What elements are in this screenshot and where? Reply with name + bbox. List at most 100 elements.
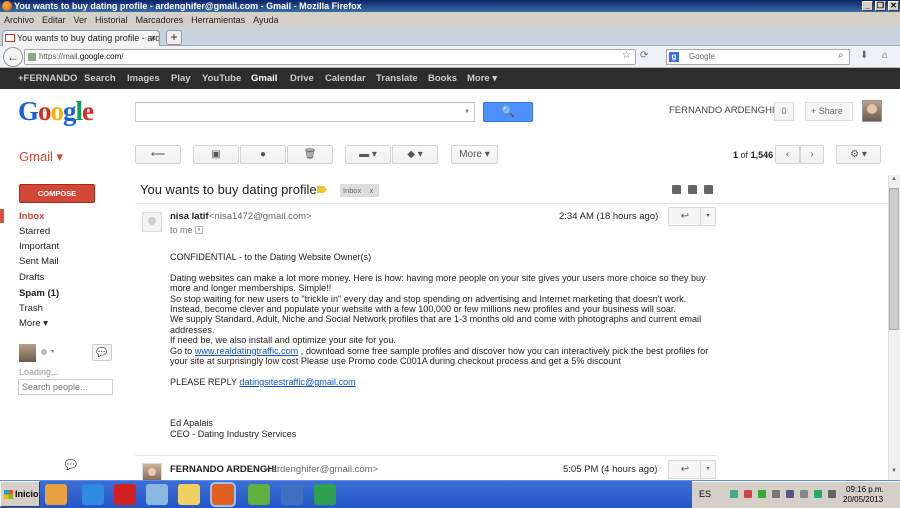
- sidebar-item-drafts[interactable]: Drafts: [19, 272, 44, 283]
- tray-device-icon[interactable]: [772, 490, 780, 498]
- new-chat-button[interactable]: 💬: [92, 344, 112, 361]
- settings-button[interactable]: ⚙ ▾: [836, 145, 881, 164]
- menu-ver[interactable]: Ver: [70, 12, 92, 28]
- tab-close-button[interactable]: ×: [151, 31, 156, 45]
- notifications-count[interactable]: 0: [774, 102, 794, 121]
- start-button[interactable]: Inicio: [0, 481, 40, 507]
- scroll-down-icon[interactable]: ▼: [889, 468, 899, 478]
- tray-volume-icon[interactable]: [828, 490, 836, 498]
- gmail-app-menu[interactable]: Gmail ▾: [19, 149, 63, 165]
- share-button[interactable]: + Share: [805, 102, 853, 121]
- sender-name[interactable]: FERNANDO ARDENGHI: [170, 464, 277, 475]
- reply-button[interactable]: ↩ ▾: [668, 460, 716, 479]
- browser-tab[interactable]: You wants to buy dating profile - ardeng…: [2, 30, 160, 46]
- clock-date[interactable]: 20/05/2013: [843, 495, 883, 504]
- gbar-calendar[interactable]: Calendar: [325, 68, 366, 89]
- newer-button[interactable]: ‹: [775, 145, 800, 164]
- chat-status-icon[interactable]: [41, 349, 47, 355]
- report-spam-button[interactable]: ●: [240, 145, 286, 164]
- reply-icon[interactable]: ↩: [669, 208, 701, 225]
- remove-label-button[interactable]: x: [369, 186, 373, 195]
- opera-icon[interactable]: [114, 484, 136, 505]
- site-identity-icon[interactable]: [28, 53, 36, 61]
- labels-button[interactable]: ◆ ▾: [392, 145, 438, 164]
- browser-search-box[interactable]: g Google: [666, 49, 850, 65]
- older-button[interactable]: ›: [800, 145, 824, 164]
- tray-shield-icon[interactable]: [814, 490, 822, 498]
- gbar-translate[interactable]: Translate: [376, 68, 418, 89]
- website-link[interactable]: www.realdatingtraffic.com: [195, 346, 298, 356]
- url-bar[interactable]: https://mail.google.com/: [24, 49, 636, 65]
- language-indicator[interactable]: ES: [699, 489, 711, 499]
- compose-button[interactable]: COMPOSE: [19, 184, 95, 203]
- reply-more-button[interactable]: ▾: [700, 461, 715, 478]
- reply-email-link[interactable]: datingsitestraffic@gmail.com: [239, 377, 355, 387]
- sidebar-item-more[interactable]: More ▾: [19, 318, 48, 329]
- star-icon[interactable]: ☆: [653, 209, 663, 222]
- apps-icon[interactable]: [248, 484, 270, 505]
- sidebar-item-trash[interactable]: Trash: [19, 303, 43, 314]
- downloads-icon[interactable]: ⬇: [860, 50, 868, 61]
- close-window-button[interactable]: ✕: [888, 1, 899, 11]
- home-icon[interactable]: ⌂: [882, 50, 888, 61]
- mail-search-button[interactable]: 🔍: [483, 102, 533, 122]
- restore-button[interactable]: ❐: [875, 1, 886, 11]
- media-player-icon[interactable]: [45, 484, 67, 505]
- delete-button[interactable]: 🗑: [287, 145, 333, 164]
- search-people-input[interactable]: [18, 379, 113, 395]
- search-options-caret-icon[interactable]: ▼: [464, 109, 470, 115]
- notepad-icon[interactable]: [146, 484, 168, 505]
- sidebar-item-spam[interactable]: Spam (1): [19, 288, 59, 299]
- reply-button[interactable]: ↩ ▾: [668, 207, 716, 226]
- menu-historial[interactable]: Historial: [91, 12, 132, 28]
- move-to-button[interactable]: ▬ ▾: [345, 145, 391, 164]
- sender-name[interactable]: nisa latif: [170, 211, 209, 222]
- internet-explorer-icon[interactable]: [82, 484, 104, 505]
- tray-security-icon[interactable]: [744, 490, 752, 498]
- sidebar-item-starred[interactable]: Starred: [19, 226, 50, 237]
- menu-ayuda[interactable]: Ayuda: [249, 12, 282, 28]
- browser-back-button[interactable]: ←: [3, 47, 23, 67]
- gbar-play[interactable]: Play: [171, 68, 191, 89]
- more-actions-button[interactable]: More ▾: [451, 145, 498, 164]
- chat-avatar[interactable]: [19, 344, 36, 362]
- menu-archivo[interactable]: Archivo: [0, 12, 38, 28]
- mail-search-input[interactable]: ▼: [135, 102, 475, 122]
- scroll-up-icon[interactable]: ▲: [889, 176, 899, 186]
- print-all-icon[interactable]: [672, 185, 681, 194]
- gbar-drive[interactable]: Drive: [290, 68, 314, 89]
- search-engine-icon[interactable]: g: [669, 52, 679, 62]
- tray-update-icon[interactable]: [758, 490, 766, 498]
- tray-flag-icon[interactable]: [800, 490, 808, 498]
- tray-monitor-icon[interactable]: [786, 490, 794, 498]
- files-icon[interactable]: [281, 484, 303, 505]
- gbar-images[interactable]: Images: [127, 68, 160, 89]
- firefox-icon[interactable]: [212, 484, 234, 505]
- new-window-icon[interactable]: [704, 185, 713, 194]
- google-logo[interactable]: Google: [18, 96, 94, 127]
- print-icon[interactable]: [688, 185, 697, 194]
- reply-more-button[interactable]: ▾: [700, 208, 715, 225]
- reload-icon[interactable]: ⟳: [640, 50, 648, 61]
- gbar-search[interactable]: Search: [84, 68, 116, 89]
- sidebar-item-inbox[interactable]: Inbox: [19, 211, 44, 222]
- sidebar-item-important[interactable]: Important: [19, 241, 59, 252]
- search-icon[interactable]: ⌕: [838, 50, 844, 61]
- star-icon[interactable]: ☆: [653, 462, 663, 475]
- sidebar-item-sent-mail[interactable]: Sent Mail: [19, 256, 59, 267]
- menu-herramientas[interactable]: Herramientas: [187, 12, 249, 28]
- account-name[interactable]: FERNANDO ARDENGHI: [669, 105, 775, 116]
- new-tab-button[interactable]: +: [166, 30, 182, 45]
- reply-icon[interactable]: ↩: [669, 461, 701, 478]
- tray-network-icon[interactable]: [730, 490, 738, 498]
- folder-icon[interactable]: [178, 484, 200, 505]
- chat-bubble-icon[interactable]: 💬: [61, 460, 81, 478]
- bookmark-star-icon[interactable]: ☆: [622, 50, 631, 61]
- gbar-gmail[interactable]: Gmail: [251, 68, 277, 89]
- minimize-button[interactable]: _: [862, 1, 873, 11]
- back-to-inbox-button[interactable]: ⟵: [135, 145, 181, 164]
- archive-button[interactable]: ▣: [193, 145, 239, 164]
- menu-marcadores[interactable]: Marcadores: [132, 12, 188, 28]
- gbar-plus-fernando[interactable]: +FERNANDO: [18, 68, 77, 89]
- account-avatar[interactable]: [862, 100, 882, 122]
